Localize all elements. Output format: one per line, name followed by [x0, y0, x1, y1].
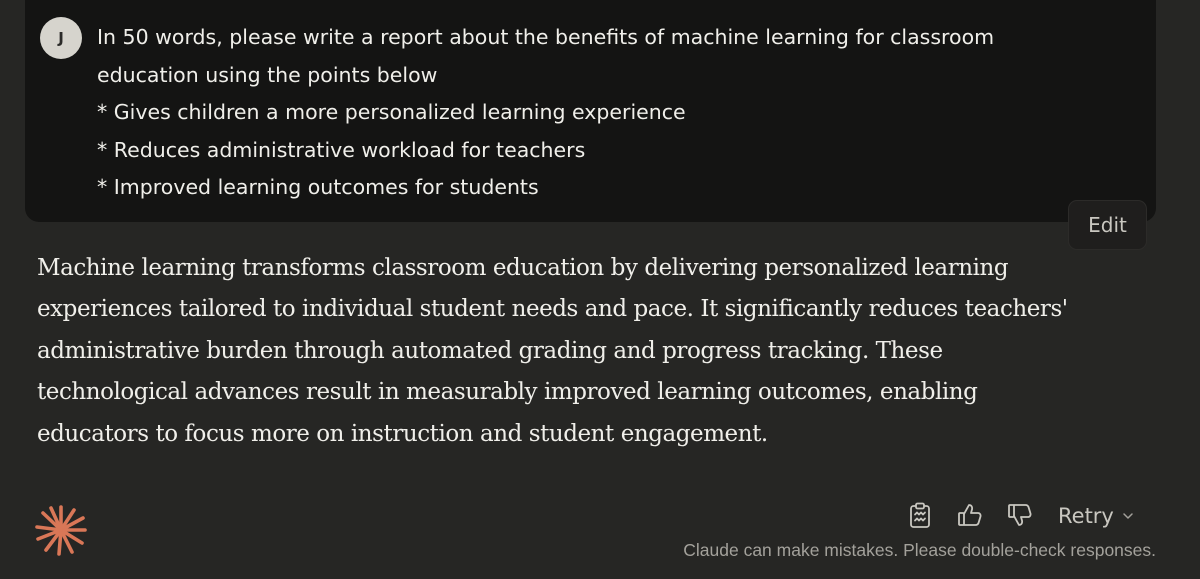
- user-message-line: * Reduces administrative workload for te…: [97, 137, 586, 162]
- assistant-response-line: technological advances result in measura…: [37, 379, 978, 406]
- avatar: J: [40, 17, 82, 59]
- retry-label: Retry: [1058, 504, 1114, 528]
- user-message-line: * Gives children a more personalized lea…: [97, 100, 686, 124]
- disclaimer-text: Claude can make mistakes. Please double-…: [683, 540, 1156, 560]
- assistant-response-line: administrative burden through automated …: [37, 337, 943, 364]
- user-message-line: * Improved learning outcomes for student…: [97, 175, 539, 199]
- user-message-text: In 50 words, please write a report about…: [97, 19, 1107, 207]
- avatar-initial: J: [58, 29, 64, 47]
- user-message-line: education using the points below: [97, 62, 438, 87]
- copy-icon[interactable]: [906, 501, 934, 529]
- assistant-response-line: experiences tailored to individual stude…: [37, 296, 1068, 323]
- retry-button[interactable]: Retry: [1058, 499, 1134, 533]
- user-message-line: In 50 words, please write a report about…: [97, 25, 995, 49]
- assistant-response-text: Machine learning transforms classroom ed…: [37, 248, 1117, 455]
- edit-button-label: Edit: [1088, 213, 1127, 237]
- response-actions: Retry: [0, 497, 1200, 537]
- thumbs-down-icon[interactable]: [1006, 501, 1034, 529]
- assistant-response-line: educators to focus more on instruction a…: [37, 420, 768, 447]
- thumbs-up-icon[interactable]: [956, 501, 984, 529]
- edit-button[interactable]: Edit: [1068, 200, 1147, 250]
- chevron-down-icon: [1123, 513, 1133, 519]
- assistant-response-line: Machine learning transforms classroom ed…: [37, 255, 1009, 281]
